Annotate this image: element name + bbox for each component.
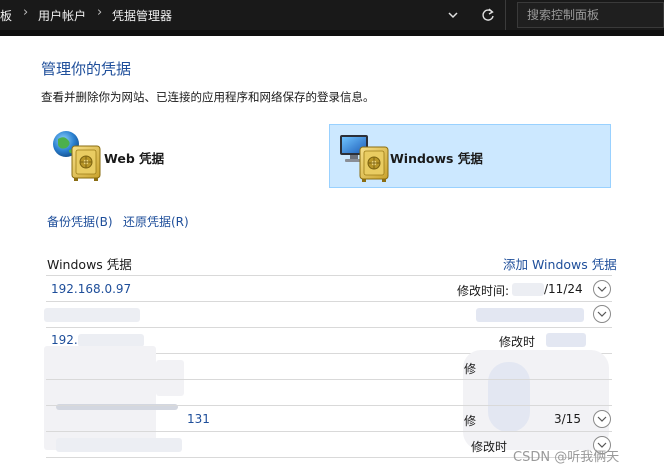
- breadcrumb-item-credential-manager[interactable]: 凭据管理器: [112, 7, 172, 24]
- credential-modified-label: 修: [464, 414, 477, 428]
- credential-name[interactable]: 192.168.0.97: [51, 282, 131, 296]
- redacted-block: [44, 308, 140, 322]
- redacted-block: [476, 308, 584, 322]
- row-divider: [46, 405, 612, 406]
- breadcrumb-separator-icon: ›: [23, 5, 29, 20]
- backup-credentials-link[interactable]: 备份凭据(B): [47, 213, 113, 230]
- web-credentials-tile[interactable]: Web 凭据: [46, 126, 296, 186]
- windows-credentials-vault-icon: [338, 131, 392, 187]
- credential-modified-label: 修改时间:: [457, 284, 510, 298]
- credential-name[interactable]: 131: [187, 412, 210, 426]
- search-input[interactable]: [517, 2, 664, 28]
- expand-chevron-icon[interactable]: [593, 410, 611, 428]
- windows-credentials-label: Windows 凭据: [390, 151, 483, 166]
- web-credentials-label: Web 凭据: [104, 151, 165, 166]
- toolbar-bottom-strip: [0, 30, 664, 36]
- credential-modified-label: 修改时: [499, 335, 536, 349]
- windows-credentials-tile[interactable]: Windows 凭据: [329, 124, 611, 188]
- add-windows-credential-link[interactable]: 添加 Windows 凭据: [503, 254, 617, 273]
- breadcrumb-separator-icon: ›: [97, 5, 103, 20]
- row-divider: [46, 431, 612, 432]
- page-title: 管理你的凭据: [41, 60, 132, 78]
- chevron-down-icon[interactable]: [444, 6, 462, 24]
- redacted-block: [463, 350, 609, 450]
- credential-modified-label: 修改时: [471, 440, 508, 454]
- credential-modified-value: /11/24: [544, 282, 583, 296]
- credential-name[interactable]: 192.: [51, 333, 78, 347]
- credential-modified-label: 修: [464, 362, 477, 376]
- refresh-icon[interactable]: [478, 6, 498, 24]
- redacted-block: [546, 333, 586, 347]
- redacted-block: [488, 362, 530, 432]
- redacted-block: [56, 438, 182, 452]
- section-divider: [46, 275, 612, 276]
- section-title: Windows 凭据: [47, 257, 132, 272]
- breadcrumb-item-control-panel[interactable]: 板: [0, 7, 12, 24]
- redacted-block: [44, 346, 156, 450]
- expand-chevron-icon[interactable]: [593, 305, 611, 323]
- restore-credentials-link[interactable]: 还原凭据(R): [123, 213, 189, 230]
- redacted-block: [156, 360, 184, 396]
- row-divider: [46, 379, 612, 380]
- toolbar-divider: [505, 0, 506, 30]
- address-bar: 板 › 用户帐户 › 凭据管理器: [0, 0, 664, 30]
- breadcrumb-item-user-accounts[interactable]: 用户帐户: [38, 7, 86, 24]
- credential-modified-value: 3/15: [554, 412, 581, 426]
- page-description: 查看并删除你为网站、已连接的应用程序和网络保存的登录信息。: [41, 90, 375, 104]
- watermark: CSDN @听我俩天: [513, 450, 620, 465]
- expand-chevron-icon[interactable]: [593, 280, 611, 298]
- web-credentials-vault-icon: [50, 130, 104, 186]
- redacted-block: [512, 283, 544, 296]
- row-divider: [46, 327, 612, 328]
- row-divider: [46, 301, 612, 302]
